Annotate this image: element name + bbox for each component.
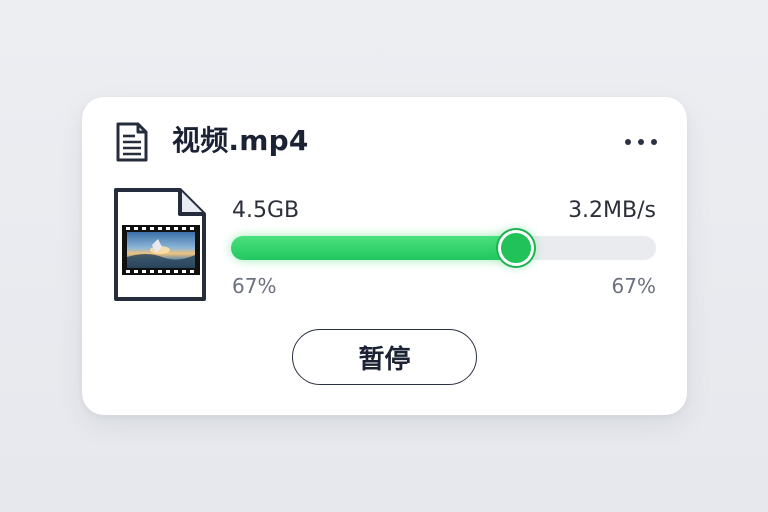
video-file-icon bbox=[114, 188, 206, 301]
progress-fill bbox=[231, 236, 516, 260]
progress-percent-left: 67% bbox=[232, 274, 277, 298]
progress-percent-right: 67% bbox=[611, 274, 656, 298]
more-icon-dot bbox=[625, 139, 631, 145]
more-icon-dot bbox=[638, 139, 644, 145]
progress-bar bbox=[231, 230, 656, 266]
download-card: 视频.mp4 4.5GB 3.2MB/s 67% 67% 暂停 bbox=[82, 97, 687, 415]
file-name: 视频.mp4 bbox=[172, 124, 309, 157]
more-options-button[interactable] bbox=[625, 133, 657, 151]
pause-button[interactable]: 暂停 bbox=[292, 329, 477, 385]
document-icon bbox=[116, 122, 148, 162]
more-icon-dot bbox=[651, 139, 657, 145]
progress-handle[interactable] bbox=[497, 230, 534, 266]
download-speed: 3.2MB/s bbox=[568, 198, 656, 223]
file-size: 4.5GB bbox=[232, 198, 300, 223]
